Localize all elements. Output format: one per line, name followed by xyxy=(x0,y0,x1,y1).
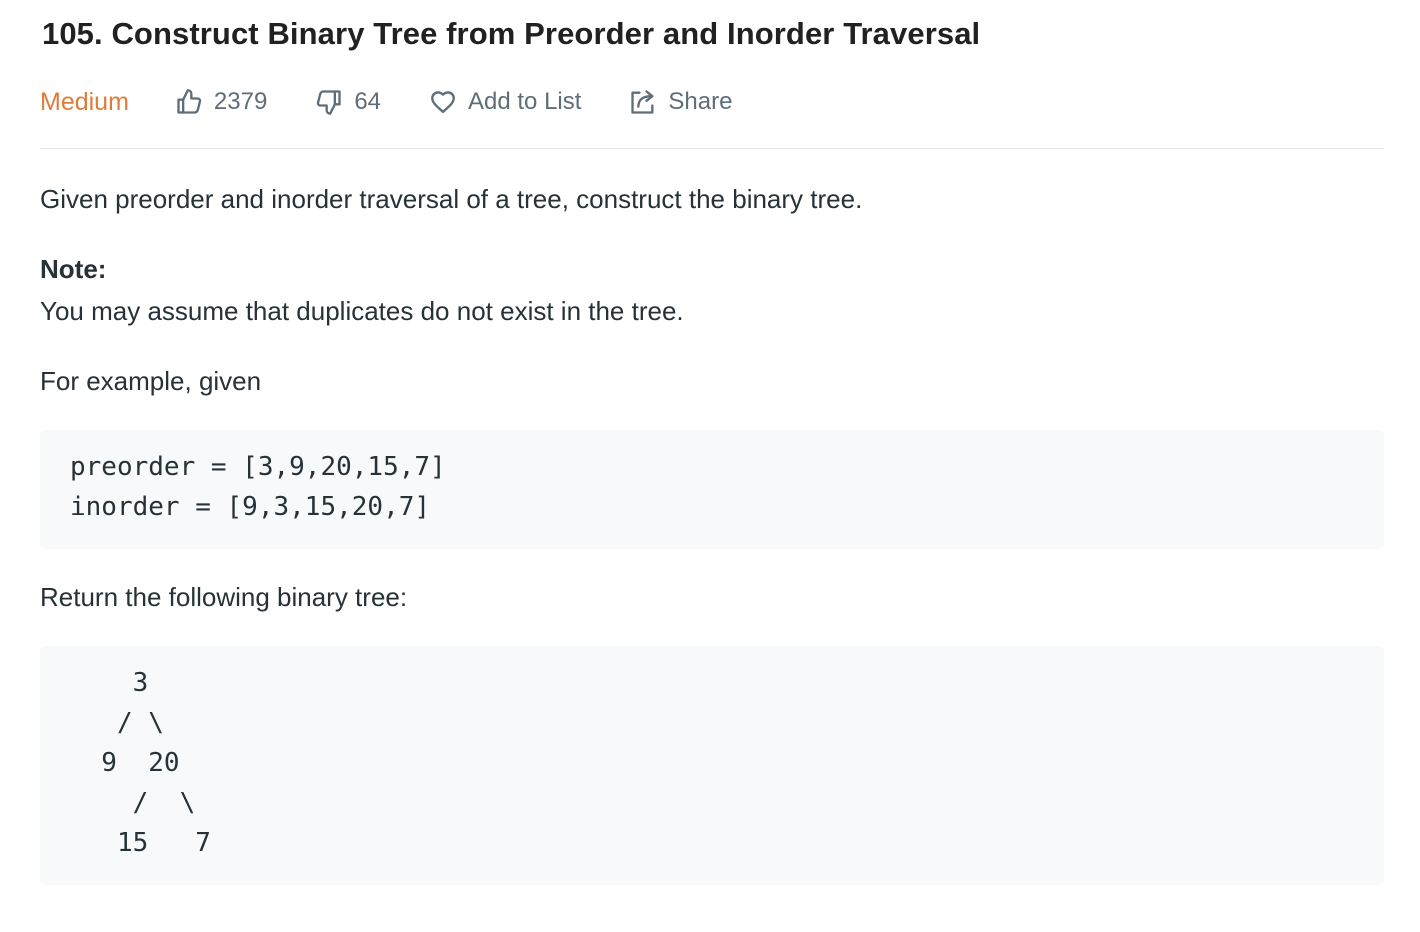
tree-line: 9 20 xyxy=(70,748,180,778)
likes-count: 2379 xyxy=(213,88,268,115)
code-line: inorder = [9,3,15,20,7] xyxy=(70,492,431,522)
dislikes-count: 64 xyxy=(354,88,382,115)
thumbs-up-icon xyxy=(177,89,202,114)
return-text: Return the following binary tree: xyxy=(40,582,408,612)
thumbs-down-icon xyxy=(317,90,341,115)
difficulty-badge: Medium xyxy=(40,87,129,116)
header-divider xyxy=(40,148,1384,149)
note-text: You may assume that duplicates do not ex… xyxy=(40,296,684,326)
like-button[interactable]: 2379 xyxy=(175,88,267,116)
tree-line: / \ xyxy=(70,788,196,818)
code-line: preorder = [3,9,20,15,7] xyxy=(70,452,446,482)
tree-line: / \ xyxy=(70,708,164,738)
problem-title: 105. Construct Binary Tree from Preorder… xyxy=(42,16,981,51)
dislike-button[interactable]: 64 xyxy=(315,88,381,116)
example-input-code-block: preorder = [3,9,20,15,7] inorder = [9,3,… xyxy=(40,430,1384,549)
problem-intro-text: Given preorder and inorder traversal of … xyxy=(40,184,863,214)
add-to-list-button[interactable]: Add to List xyxy=(429,88,581,116)
tree-output-code-block: 3 / \ 9 20 / \ 15 7 xyxy=(40,646,1384,885)
share-button[interactable]: Share xyxy=(629,88,732,116)
add-to-list-label: Add to List xyxy=(468,88,582,115)
tree-line: 3 xyxy=(70,668,149,698)
share-label: Share xyxy=(668,88,733,115)
example-intro-text: For example, given xyxy=(40,366,262,396)
heart-icon xyxy=(431,91,455,114)
note-label: Note: xyxy=(40,254,107,284)
share-icon xyxy=(631,90,654,114)
problem-meta-bar: Medium 2379 64 Add to List Share xyxy=(40,80,1384,124)
tree-line: 15 7 xyxy=(70,828,211,858)
